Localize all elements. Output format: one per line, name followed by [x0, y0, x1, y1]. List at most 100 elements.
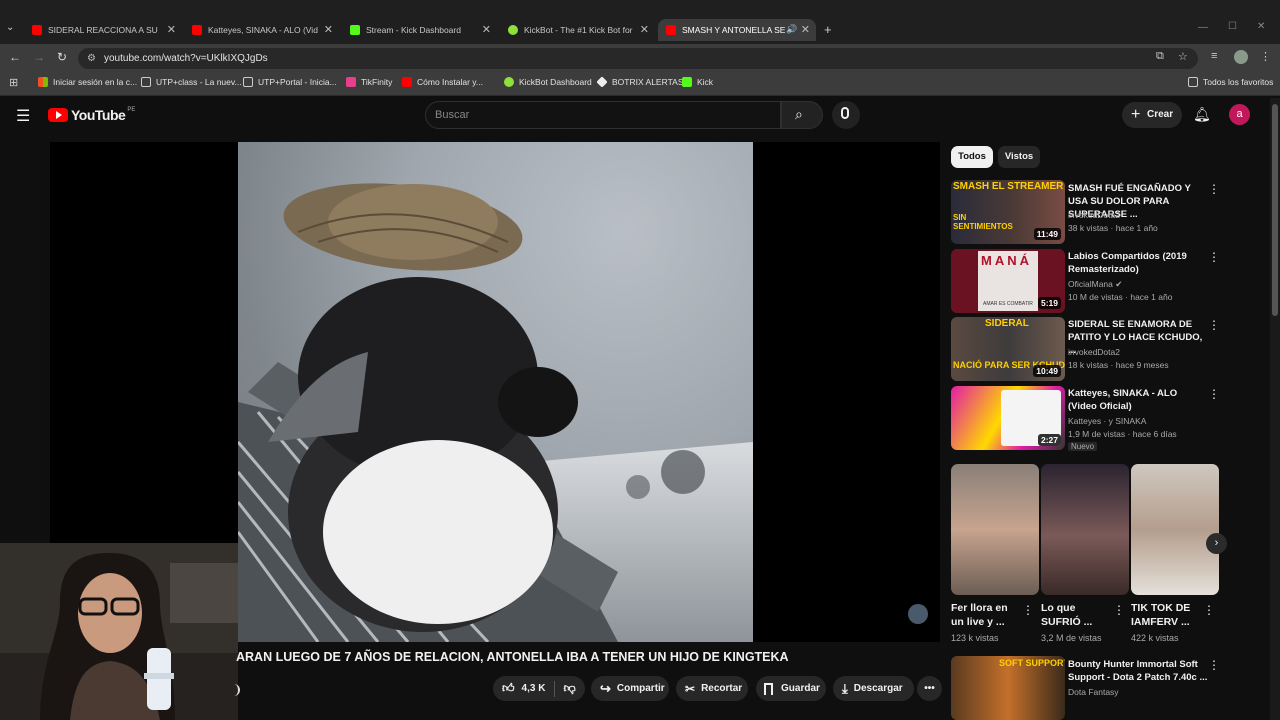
rec-thumbnail[interactable]: SOFT SUPPORT — [951, 656, 1065, 720]
rec-thumbnail[interactable]: 2:27 — [951, 386, 1065, 450]
video-frame[interactable] — [238, 142, 753, 642]
like-count[interactable]: 4,3 K — [522, 683, 546, 694]
like-icon[interactable]: 👍︎ — [502, 681, 515, 696]
search-input[interactable]: Buscar — [425, 101, 781, 129]
hamburger-menu-icon[interactable]: ☰ — [16, 106, 30, 126]
speaker-icon[interactable]: 🔊 — [786, 24, 797, 35]
short-title[interactable]: Lo que SUFRIÓ ... — [1041, 601, 1111, 629]
rec-menu-icon[interactable]: ⋮ — [1208, 182, 1220, 196]
rec-channel[interactable]: invokedDota2 — [1068, 347, 1120, 357]
rec-title[interactable]: Bounty Hunter Immortal Soft Support - Do… — [1068, 658, 1208, 684]
bookmark-item[interactable]: TikFinity — [346, 77, 392, 87]
media-controls-icon[interactable]: ≡ — [1211, 50, 1217, 62]
like-dislike-group: 👍︎ 4,3 K 👎︎ — [493, 676, 585, 701]
rec-channel[interactable]: Dota Fantasy — [1068, 687, 1119, 697]
bookmark-star-icon[interactable]: ☆ — [1178, 50, 1188, 63]
account-avatar[interactable]: a — [1229, 104, 1250, 125]
chip-vistos[interactable]: Vistos — [998, 146, 1040, 168]
scrollbar-thumb[interactable] — [1272, 104, 1278, 316]
maximize-icon[interactable]: ☐ — [1228, 21, 1237, 32]
rec-menu-icon[interactable]: ⋮ — [1208, 250, 1220, 264]
short-title[interactable]: TIK TOK DE IAMFERV ... — [1131, 601, 1203, 629]
rec-title[interactable]: Katteyes, SINAKA - ALO (Video Oficial) — [1068, 387, 1208, 413]
share-button[interactable]: ↪ Compartir — [591, 676, 669, 701]
duration-badge: 2:27 — [1037, 434, 1061, 446]
forward-icon[interactable]: → — [33, 50, 45, 64]
browser-menu-icon[interactable]: ⋮ — [1260, 50, 1271, 63]
short-thumbnail[interactable] — [1131, 464, 1219, 595]
browser-tab-3[interactable]: Stream - Kick Dashboard ✕ — [342, 19, 497, 41]
close-icon[interactable]: ✕ — [324, 23, 333, 36]
new-tab-icon[interactable]: + — [824, 22, 832, 37]
close-icon[interactable]: ✕ — [167, 23, 176, 36]
more-actions-button[interactable]: ••• — [917, 676, 942, 701]
minimize-icon[interactable]: — — [1198, 22, 1208, 33]
download-button[interactable]: ⤓ Descargar — [833, 676, 914, 701]
bookmark-item[interactable]: UTP+Portal - Inicia... — [243, 77, 337, 87]
reload-icon[interactable]: ↻ — [57, 50, 67, 64]
tab-title: SIDERAL REACCIONA A SU REP — [48, 25, 158, 35]
short-views: 123 k vistas — [951, 633, 999, 643]
chevron-right-icon[interactable]: › — [1206, 533, 1227, 554]
short-menu-icon[interactable]: ⋮ — [1113, 603, 1125, 617]
browser-tab-4[interactable]: KickBot - The #1 Kick Bot for C ✕ — [500, 19, 655, 41]
short-views: 422 k vistas — [1131, 633, 1179, 643]
bookmark-item[interactable]: Iniciar sesión en la c... — [38, 77, 137, 87]
short-thumbnail[interactable] — [1041, 464, 1129, 595]
browser-tab-1[interactable]: SIDERAL REACCIONA A SU REP ✕ — [24, 19, 182, 41]
profile-avatar[interactable] — [1234, 50, 1248, 64]
notifications-bell-icon[interactable]: 🔔︎ — [1193, 106, 1211, 123]
subscribe-partial[interactable] — [232, 684, 240, 696]
thumb-caption: MANÁ — [981, 253, 1032, 268]
rec-thumbnail[interactable]: SMASH EL STREAMER SIN SENTIMIENTOS 11:49 — [951, 180, 1065, 244]
channel-watermark-icon[interactable] — [908, 604, 928, 624]
browser-tab-2[interactable]: Katteyes, SINAKA - ALO (Video ✕ — [184, 19, 339, 41]
all-bookmarks[interactable]: Todos los favoritos — [1188, 77, 1273, 87]
site-info-icon[interactable]: ⚙ — [87, 48, 96, 69]
close-icon[interactable]: ✕ — [482, 23, 491, 36]
create-button[interactable]: + Crear — [1122, 102, 1182, 128]
rec-channel[interactable]: OficialMana ✔ — [1068, 279, 1122, 290]
address-bar[interactable]: ⚙ youtube.com/watch?v=UKlkIXQJgDs — [78, 48, 1198, 69]
tab-search-icon[interactable]: ⌄ — [6, 22, 14, 33]
apps-grid-icon[interactable]: ⊞ — [9, 76, 18, 89]
page-scrollbar[interactable] — [1270, 98, 1280, 720]
rec-thumbnail[interactable]: SIDERAL NACIÓ PARA SER KCHUDO 10:49 — [951, 317, 1065, 381]
bookmark-item[interactable]: UTP+class - La nuev... — [141, 77, 242, 87]
share-icon: ↪ — [600, 680, 611, 696]
bookmark-item[interactable]: Kick — [682, 77, 713, 87]
short-title[interactable]: Fer llora en un live y ... — [951, 601, 1021, 629]
browser-tab-5[interactable]: SMASH Y ANTONELLA SE S 🔊 ✕ — [658, 19, 816, 41]
rec-channel[interactable]: Katteyes · y SINAKA — [1068, 416, 1146, 426]
save-button[interactable]: Guardar — [756, 676, 826, 701]
bookmark-item[interactable]: BOTRIX ALERTAS — [596, 76, 684, 88]
dislike-icon[interactable]: 👎︎ — [563, 681, 575, 696]
page-icon — [141, 77, 151, 87]
tab-title: KickBot - The #1 Kick Bot for C — [524, 25, 634, 35]
short-thumbnail[interactable] — [951, 464, 1039, 595]
rec-menu-icon[interactable]: ⋮ — [1208, 318, 1220, 332]
youtube-logo[interactable]: YouTube PE — [48, 107, 135, 123]
close-icon[interactable]: ✕ — [640, 23, 649, 36]
window-close-icon[interactable]: ✕ — [1257, 21, 1265, 32]
search-button[interactable]: ⌕ — [781, 101, 823, 129]
short-menu-icon[interactable]: ⋮ — [1203, 603, 1215, 617]
video-scene — [238, 183, 753, 642]
rec-channel[interactable]: invokedDota2 — [1068, 210, 1120, 220]
clip-button[interactable]: ✂ Recortar — [676, 676, 748, 701]
rec-meta: 1,9 M de vistas · hace 6 días — [1068, 429, 1177, 439]
install-app-icon[interactable]: ⧉ — [1156, 50, 1164, 63]
thumb-caption: AMAR ES COMBATIR — [983, 301, 1033, 307]
bookmark-item[interactable]: Cómo Instalar y... — [402, 77, 483, 87]
short-menu-icon[interactable]: ⋮ — [1022, 603, 1034, 617]
voice-search-button[interactable] — [832, 101, 860, 129]
close-icon[interactable]: ✕ — [801, 23, 810, 36]
rec-menu-icon[interactable]: ⋮ — [1208, 387, 1220, 401]
chip-todos[interactable]: Todos — [951, 146, 993, 168]
rec-thumbnail[interactable]: MANÁ AMAR ES COMBATIR 5:19 — [951, 249, 1065, 313]
download-icon: ⤓ — [842, 680, 848, 696]
bookmark-item[interactable]: KickBot Dashboard — [504, 77, 592, 87]
back-icon[interactable]: ← — [9, 50, 21, 64]
rec-title[interactable]: Labios Compartidos (2019 Remasterizado) — [1068, 250, 1208, 276]
rec-menu-icon[interactable]: ⋮ — [1208, 658, 1220, 672]
